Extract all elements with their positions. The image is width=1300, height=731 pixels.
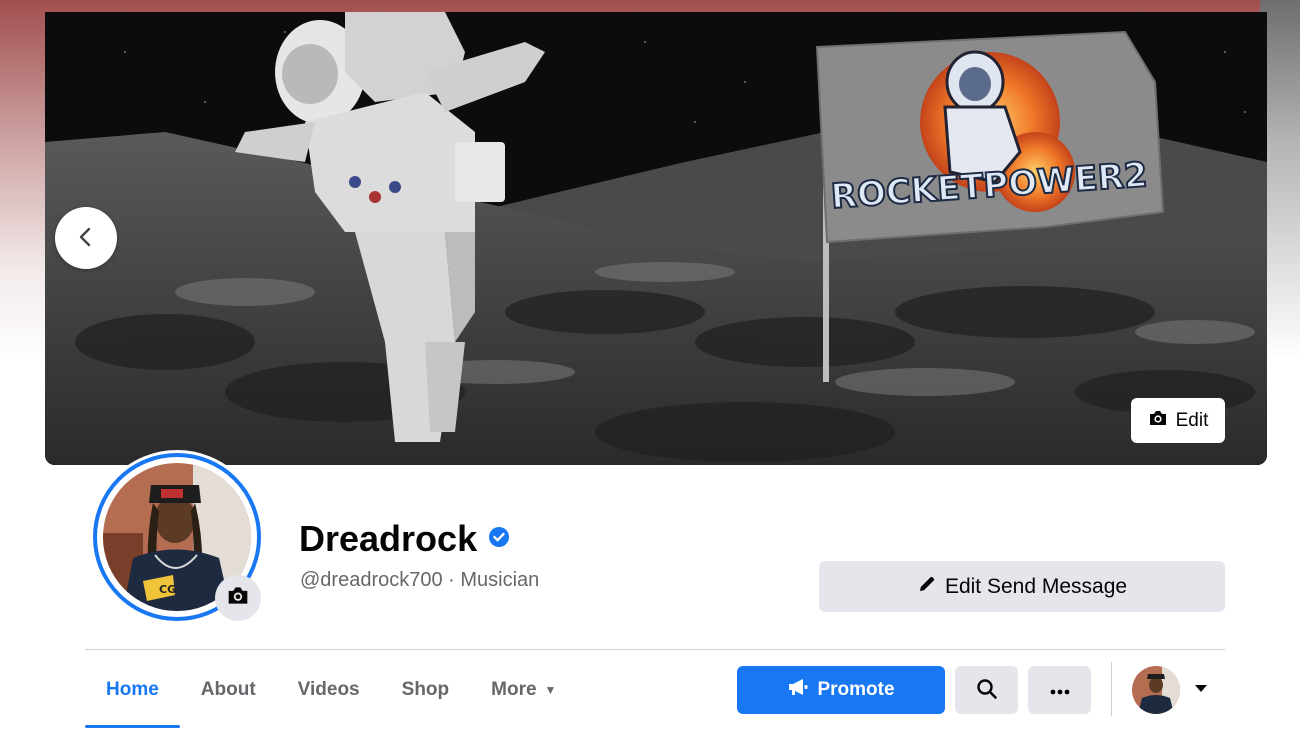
more-options-button[interactable] xyxy=(1028,666,1091,714)
tab-label: Videos xyxy=(297,679,360,700)
edit-cover-button[interactable]: Edit xyxy=(1131,398,1225,443)
camera-icon xyxy=(1148,409,1168,433)
pencil-icon xyxy=(917,574,937,600)
chevron-left-icon xyxy=(74,225,98,252)
camera-icon xyxy=(226,585,250,611)
search-button[interactable] xyxy=(955,666,1018,714)
tab-videos[interactable]: Videos xyxy=(277,652,381,728)
tab-shop[interactable]: Shop xyxy=(381,652,471,728)
promote-label: Promote xyxy=(817,679,895,700)
page-title: Dreadrock xyxy=(299,518,478,559)
cover-photo[interactable]: ROCKETPOWER2 xyxy=(45,12,1267,465)
avatar xyxy=(1132,666,1180,714)
actions-separator xyxy=(1111,662,1112,716)
tab-label: More xyxy=(491,679,537,700)
tab-label: Shop xyxy=(401,679,450,700)
caret-down-icon xyxy=(1194,681,1208,699)
cover-image: ROCKETPOWER2 xyxy=(45,12,1267,465)
page-tabs: Home About Videos Shop More ▼ xyxy=(85,652,577,728)
tab-label: About xyxy=(200,679,256,700)
page-username-category: @dreadrock700 · Musician xyxy=(300,569,540,591)
svg-text:CG: CG xyxy=(159,583,176,596)
edit-cover-label: Edit xyxy=(1175,409,1209,431)
tab-label: Home xyxy=(106,679,159,700)
cover-previous-button[interactable] xyxy=(55,207,117,269)
tab-more[interactable]: More ▼ xyxy=(470,652,577,728)
more-dots-icon xyxy=(1049,683,1071,698)
search-icon xyxy=(976,678,998,703)
edit-send-message-button[interactable]: Edit Send Message xyxy=(819,561,1225,612)
header-divider xyxy=(85,649,1225,650)
tab-about[interactable]: About xyxy=(180,652,277,728)
page-header: Dreadrock xyxy=(299,518,510,560)
promote-button[interactable]: Promote xyxy=(737,666,945,714)
update-profile-picture-button[interactable] xyxy=(215,575,261,621)
megaphone-icon xyxy=(787,678,809,702)
edit-send-message-label: Edit Send Message xyxy=(944,574,1128,598)
tab-home[interactable]: Home xyxy=(85,652,180,728)
caret-down-icon: ▼ xyxy=(544,683,557,697)
profile-switcher[interactable] xyxy=(1132,665,1208,715)
verified-badge-icon xyxy=(488,526,510,553)
